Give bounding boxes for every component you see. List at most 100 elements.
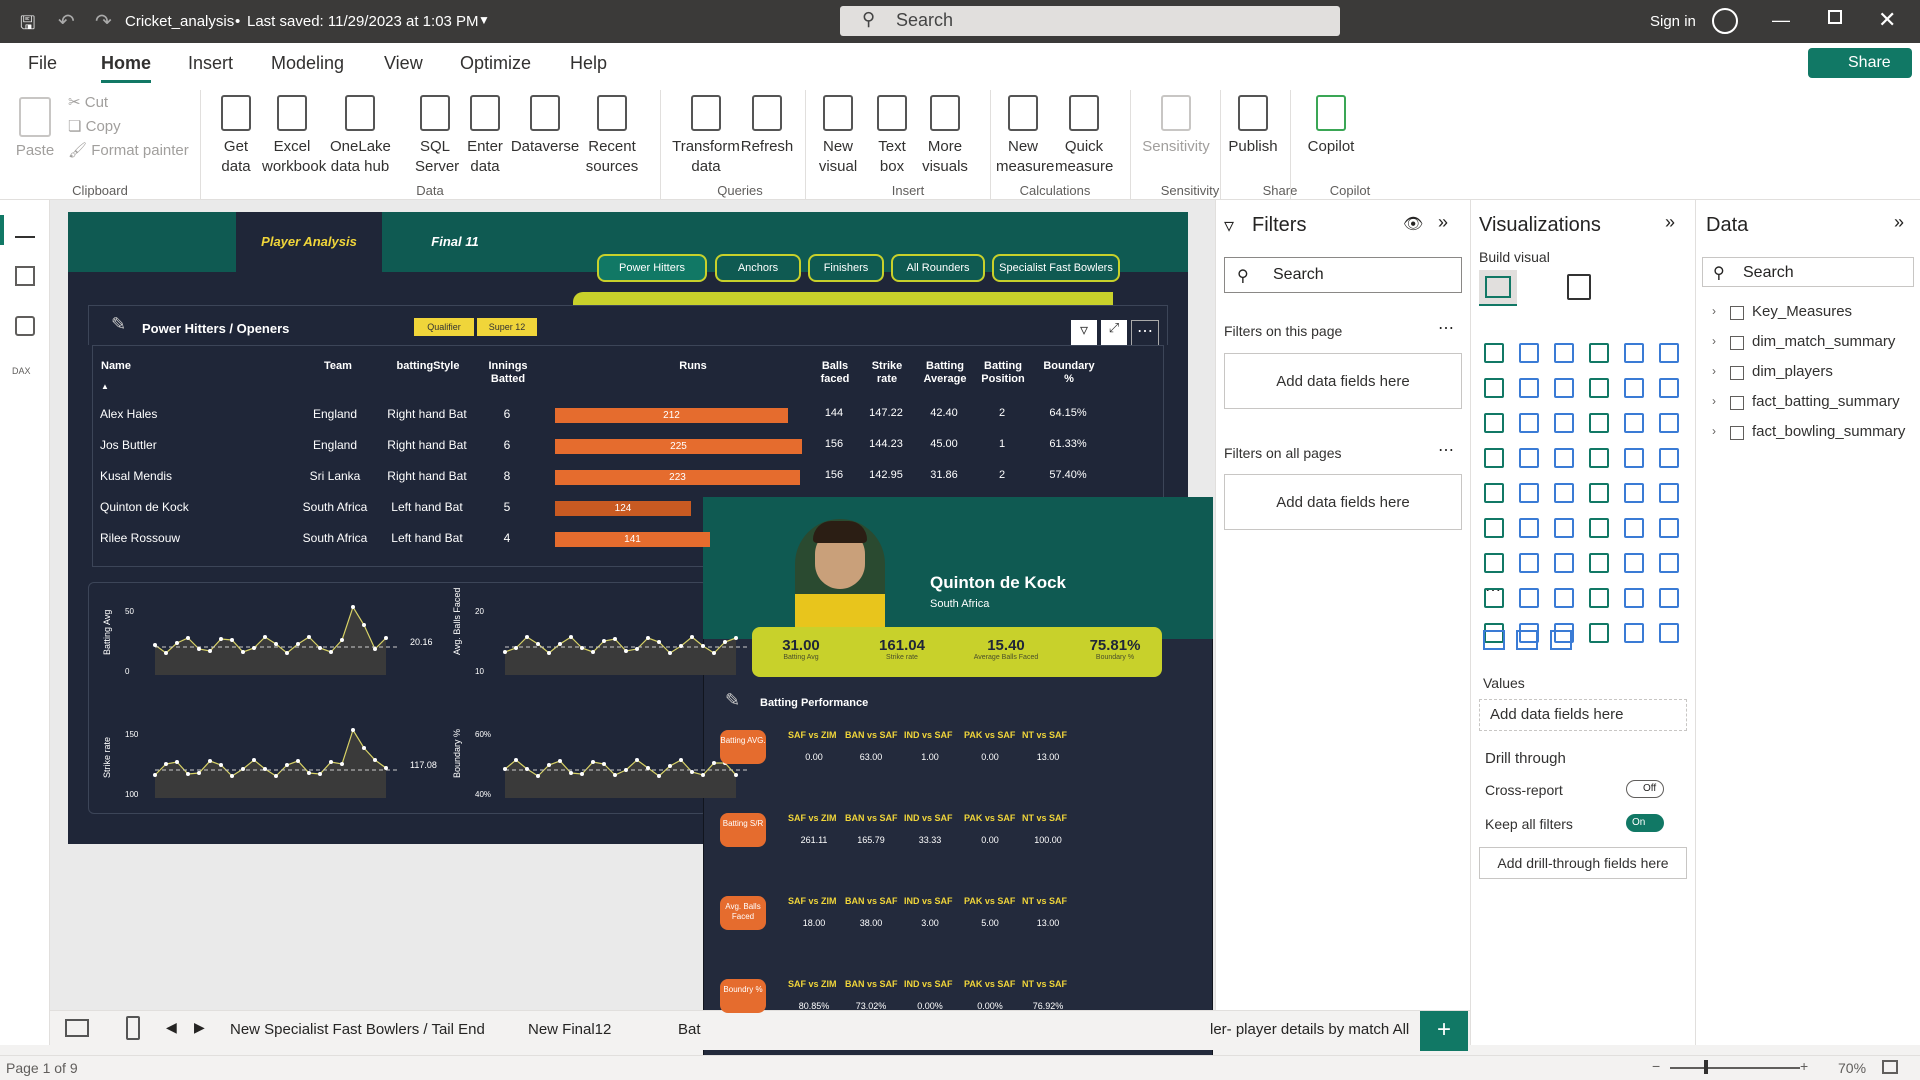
prev-page-icon[interactable]: ◀ (166, 1019, 177, 1036)
visual-type-icon[interactable] (1624, 518, 1644, 538)
save-icon[interactable]: 🖫 (20, 11, 35, 41)
ribbon-button-sql-server[interactable]: SQL Server (415, 95, 459, 177)
pill-all-rounders[interactable]: All Rounders (891, 254, 985, 282)
zoom-out-icon[interactable]: − (1652, 1058, 1660, 1074)
more-options-icon[interactable]: ⋯ (1438, 440, 1454, 460)
ribbon-button-dataverse[interactable]: Dataverse (510, 95, 580, 157)
ribbon-button-db[interactable]: Get data (214, 95, 258, 177)
visual-type-icon[interactable] (1659, 343, 1679, 363)
data-table-item[interactable]: dim_match_summary (1752, 333, 1895, 350)
page-tab-bat[interactable]: Bat (678, 1021, 701, 1038)
pill-finishers[interactable]: Finishers (808, 254, 884, 282)
visual-type-icon[interactable] (1624, 378, 1644, 398)
visual-type-icon[interactable] (1624, 343, 1644, 363)
menu-insert[interactable]: Insert (188, 53, 233, 74)
player-name-cell[interactable]: Alex Hales (100, 407, 157, 421)
ribbon-button-more-visuals[interactable]: More visuals (915, 95, 975, 177)
visual-type-icon[interactable] (1554, 553, 1574, 573)
mobile-layout-icon[interactable] (126, 1016, 140, 1040)
menu-file[interactable]: File (28, 53, 57, 74)
paste-button[interactable]: Paste (12, 97, 58, 161)
page-tab-specialist-fast-bowlers[interactable]: New Specialist Fast Bowlers / Tail End (230, 1021, 485, 1038)
visual-type-icon[interactable] (1554, 483, 1574, 503)
custom-visual-icon[interactable] (1516, 630, 1538, 650)
custom-visual-icon[interactable] (1550, 630, 1572, 650)
visual-type-icon[interactable] (1589, 588, 1609, 608)
visual-type-icon[interactable] (1554, 378, 1574, 398)
visual-type-icon[interactable] (1659, 448, 1679, 468)
add-drill-through-field[interactable]: Add drill-through fields here (1479, 847, 1687, 879)
menu-view[interactable]: View (384, 53, 423, 74)
pill-power-hitters[interactable]: Power Hitters (597, 254, 707, 282)
visual-type-icon[interactable] (1589, 483, 1609, 503)
desktop-layout-icon[interactable] (65, 1019, 89, 1037)
ribbon-button-transform[interactable]: Transform data (670, 95, 742, 177)
visual-type-icon[interactable] (1519, 413, 1539, 433)
report-view-icon[interactable] (15, 218, 35, 238)
eye-icon[interactable]: 👁 (1403, 214, 1423, 234)
visual-type-icon[interactable] (1519, 518, 1539, 538)
visual-type-icon[interactable] (1659, 483, 1679, 503)
visual-type-icon[interactable] (1589, 518, 1609, 538)
chevron-right-icon[interactable]: › (1712, 364, 1716, 378)
ribbon-button-excel[interactable]: Excel workbook (262, 95, 326, 177)
visual-type-icon[interactable] (1624, 588, 1644, 608)
visual-type-icon[interactable] (1589, 553, 1609, 573)
visual-type-icon[interactable] (1484, 378, 1504, 398)
focus-mode-icon[interactable]: ⤢ (1101, 320, 1127, 346)
keep-filters-toggle[interactable]: On (1626, 814, 1664, 832)
format-visual-icon[interactable] (1567, 274, 1591, 300)
visual-type-icon[interactable] (1554, 588, 1574, 608)
page-tab-player-details[interactable]: ler- player details by match All (1210, 1021, 1409, 1038)
zoom-slider-thumb[interactable] (1704, 1060, 1708, 1074)
visual-type-icon[interactable] (1519, 343, 1539, 363)
fit-page-icon[interactable] (1882, 1060, 1898, 1074)
ribbon-button-new-measure[interactable]: New measure (996, 95, 1054, 177)
player-name-cell[interactable]: Kusal Mendis (100, 469, 172, 483)
visual-type-icon[interactable] (1624, 483, 1644, 503)
model-view-icon[interactable] (15, 316, 35, 336)
chip-qualifier[interactable]: Qualifier (414, 318, 474, 336)
visual-type-icon[interactable] (1519, 378, 1539, 398)
menu-home[interactable]: Home (101, 53, 152, 83)
visual-type-icon[interactable] (1519, 448, 1539, 468)
visual-type-icon[interactable] (1484, 553, 1504, 573)
visual-type-icon[interactable] (1624, 448, 1644, 468)
chevron-right-icon[interactable]: › (1712, 304, 1716, 318)
filters-search-input[interactable]: ⚲ Search (1224, 257, 1462, 293)
ribbon-button-text-box[interactable]: Text box (872, 95, 912, 177)
pill-anchors[interactable]: Anchors (715, 254, 801, 282)
visual-type-icon[interactable] (1659, 553, 1679, 573)
add-field-this-page[interactable]: Add data fields here (1224, 353, 1462, 409)
ribbon-button-onelake[interactable]: OneLake data hub (330, 95, 391, 177)
build-visual-icon[interactable] (1479, 270, 1517, 306)
data-table-item[interactable]: Key_Measures (1752, 303, 1852, 320)
ribbon-button-copilot[interactable]: Copilot (1303, 95, 1359, 157)
data-table-item[interactable]: fact_bowling_summary (1752, 423, 1905, 440)
page-tab-final12[interactable]: New Final12 (528, 1021, 611, 1038)
chevron-right-icon[interactable]: › (1712, 334, 1716, 348)
visual-type-icon[interactable] (1484, 518, 1504, 538)
visual-type-icon[interactable] (1484, 343, 1504, 363)
data-table-item[interactable]: fact_batting_summary (1752, 393, 1900, 410)
table-view-icon[interactable] (15, 266, 35, 286)
menu-modeling[interactable]: Modeling (271, 53, 344, 74)
visual-type-icon[interactable] (1484, 448, 1504, 468)
visual-type-icon[interactable] (1589, 413, 1609, 433)
visual-type-icon[interactable] (1589, 623, 1609, 643)
chevron-down-icon[interactable]: ▼ (478, 13, 490, 27)
visual-type-icon[interactable] (1554, 448, 1574, 468)
data-table-item[interactable]: dim_players (1752, 363, 1833, 380)
visual-type-icon[interactable] (1659, 413, 1679, 433)
minimize-icon[interactable]: — (1772, 10, 1790, 31)
tab-final-11[interactable]: Final 11 (382, 212, 528, 272)
visual-type-icon[interactable] (1554, 518, 1574, 538)
account-icon[interactable] (1712, 8, 1738, 34)
sign-in-button[interactable]: Sign in (1650, 13, 1696, 30)
maximize-icon[interactable] (1828, 10, 1842, 24)
visual-type-icon[interactable] (1589, 448, 1609, 468)
visual-type-icon[interactable] (1519, 553, 1539, 573)
menu-optimize[interactable]: Optimize (460, 53, 531, 74)
ribbon-button-new-visual[interactable]: New visual (816, 95, 860, 177)
redo-icon[interactable]: ↷ (95, 9, 112, 34)
